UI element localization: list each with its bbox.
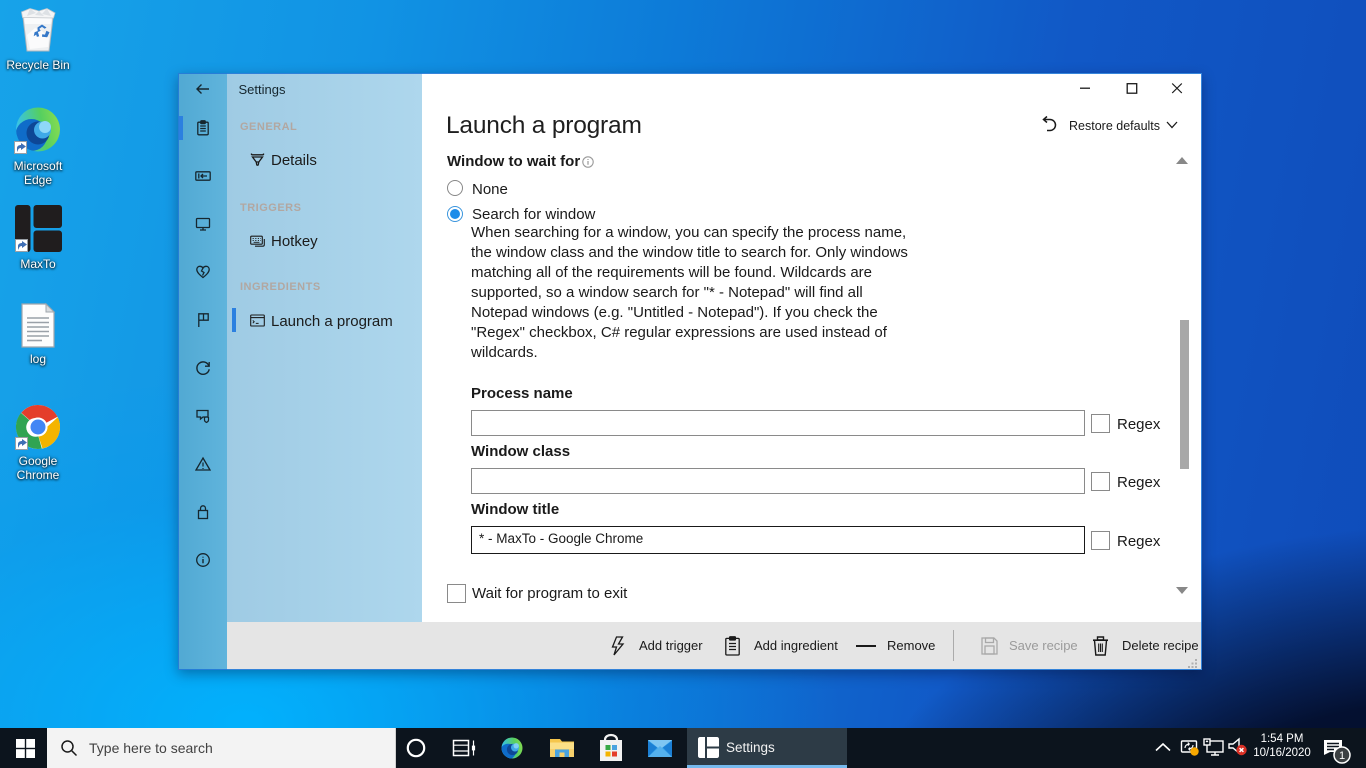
- svg-text:1: 1: [1339, 750, 1345, 762]
